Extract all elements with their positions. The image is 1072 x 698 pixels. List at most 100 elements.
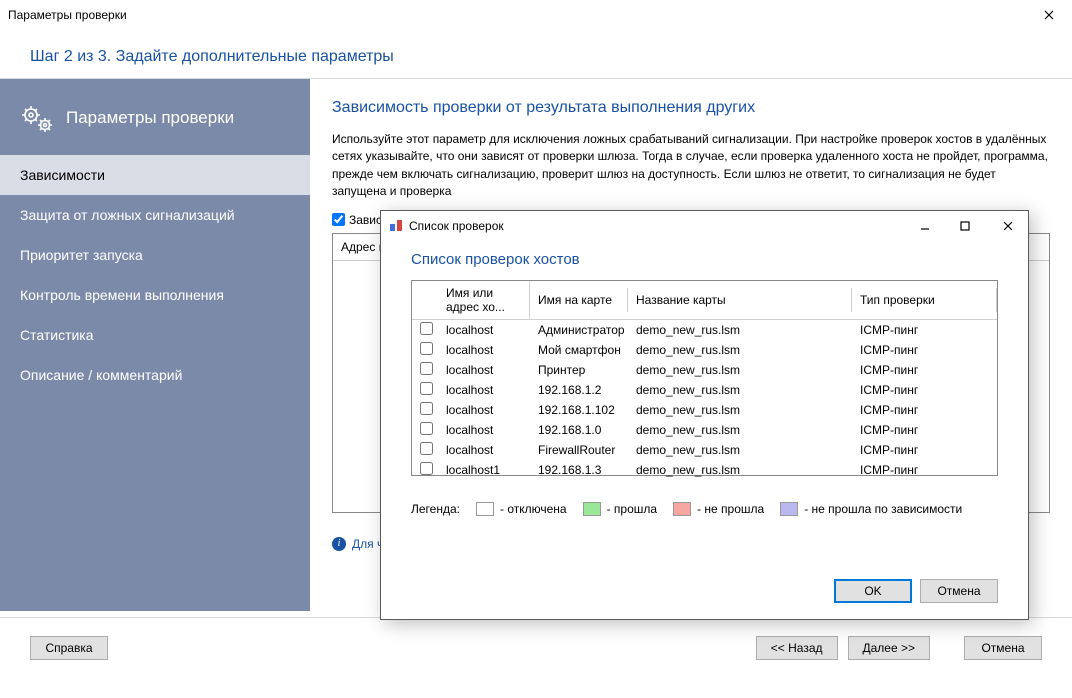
cell-type: ICMP-пинг: [852, 361, 997, 379]
cell-map: FirewallRouter: [530, 441, 628, 459]
sidebar-item-description[interactable]: Описание / комментарий: [0, 355, 310, 395]
legend-row: Легенда: - отключена- прошла- не прошла-…: [411, 502, 998, 516]
modal-heading: Список проверок хостов: [411, 251, 998, 268]
cell-map: Администратор: [530, 321, 628, 339]
modal-app-icon: [389, 218, 403, 235]
step-title: Шаг 2 из 3. Задайте дополнительные парам…: [0, 30, 1072, 72]
minimize-icon[interactable]: [908, 211, 942, 241]
modal-title: Список проверок: [409, 219, 902, 233]
modal-body: Список проверок хостов Имя или адрес хо.…: [381, 241, 1028, 565]
table-row[interactable]: localhostПринтерdemo_new_rus.lsmICMP-пин…: [412, 360, 997, 380]
window-title: Параметры проверки: [8, 8, 1026, 22]
cell-addr: localhost: [438, 361, 530, 379]
window-titlebar: Параметры проверки: [0, 0, 1072, 30]
cell-map: Принтер: [530, 361, 628, 379]
col-name-or-addr[interactable]: Имя или адрес хо...: [438, 281, 530, 319]
row-checkbox[interactable]: [420, 442, 433, 455]
legend-item: - отключена: [476, 502, 567, 516]
cell-type: ICMP-пинг: [852, 441, 997, 459]
cell-type: ICMP-пинг: [852, 341, 997, 359]
cell-type: ICMP-пинг: [852, 321, 997, 339]
sidebar-item-label: Описание / комментарий: [20, 367, 182, 383]
sidebar-item-timing[interactable]: Контроль времени выполнения: [0, 275, 310, 315]
cell-card: demo_new_rus.lsm: [628, 461, 852, 479]
legend-text: - не прошла: [697, 502, 764, 516]
cell-type: ICMP-пинг: [852, 461, 997, 479]
legend-text: - прошла: [607, 502, 657, 516]
row-checkbox[interactable]: [420, 322, 433, 335]
legend-swatch: [583, 502, 601, 516]
maximize-icon[interactable]: [948, 211, 982, 241]
table-row[interactable]: localhostАдминистраторdemo_new_rus.lsmIC…: [412, 320, 997, 340]
cell-map: 192.168.1.2: [530, 381, 628, 399]
legend-swatch: [780, 502, 798, 516]
section-description: Используйте этот параметр для исключения…: [332, 131, 1050, 201]
help-button[interactable]: Справка: [30, 636, 108, 660]
row-checkbox[interactable]: [420, 462, 433, 475]
host-table-rows: localhostАдминистраторdemo_new_rus.lsmIC…: [412, 320, 997, 480]
legend-item: - не прошла по зависимости: [780, 502, 962, 516]
close-icon[interactable]: [1026, 0, 1072, 30]
ok-button[interactable]: OK: [834, 579, 912, 603]
sidebar-header: Параметры проверки: [0, 93, 310, 155]
sidebar-item-dependencies[interactable]: Зависимости: [0, 155, 310, 195]
section-heading: Зависимость проверки от результата выпол…: [332, 99, 1050, 117]
table-row[interactable]: localhost192.168.1.102demo_new_rus.lsmIC…: [412, 400, 997, 420]
cell-map: 192.168.1.3: [530, 461, 628, 479]
sidebar-item-false-alarms[interactable]: Защита от ложных сигнализаций: [0, 195, 310, 235]
legend-swatch: [673, 502, 691, 516]
cell-card: demo_new_rus.lsm: [628, 361, 852, 379]
info-icon: i: [332, 537, 346, 551]
sidebar-header-label: Параметры проверки: [66, 108, 234, 128]
next-button[interactable]: Далее >>: [848, 636, 931, 660]
row-checkbox[interactable]: [420, 402, 433, 415]
host-table-header: Имя или адрес хо... Имя на карте Названи…: [412, 281, 997, 320]
cell-card: demo_new_rus.lsm: [628, 341, 852, 359]
row-checkbox[interactable]: [420, 362, 433, 375]
cell-card: demo_new_rus.lsm: [628, 421, 852, 439]
legend-item: - не прошла: [673, 502, 764, 516]
cell-map: 192.168.1.0: [530, 421, 628, 439]
row-checkbox[interactable]: [420, 422, 433, 435]
back-button[interactable]: << Назад: [756, 636, 838, 660]
sidebar-item-label: Зависимости: [20, 167, 105, 183]
col-name-on-map[interactable]: Имя на карте: [530, 288, 628, 312]
cell-type: ICMP-пинг: [852, 421, 997, 439]
cell-addr: localhost1: [438, 461, 530, 479]
sidebar-item-statistics[interactable]: Статистика: [0, 315, 310, 355]
modal-footer: OK Отмена: [381, 565, 1028, 619]
table-row[interactable]: localhost192.168.1.2demo_new_rus.lsmICMP…: [412, 380, 997, 400]
modal-cancel-button[interactable]: Отмена: [920, 579, 998, 603]
cell-addr: localhost: [438, 441, 530, 459]
cell-addr: localhost: [438, 321, 530, 339]
table-row[interactable]: localhost1192.168.1.3demo_new_rus.lsmICM…: [412, 460, 997, 480]
cell-card: demo_new_rus.lsm: [628, 401, 852, 419]
sidebar-item-priority[interactable]: Приоритет запуска: [0, 235, 310, 275]
table-row[interactable]: localhostFirewallRouterdemo_new_rus.lsmI…: [412, 440, 997, 460]
legend-text: - не прошла по зависимости: [804, 502, 962, 516]
close-icon[interactable]: [988, 211, 1028, 241]
legend-label: Легенда:: [411, 502, 460, 516]
cancel-button[interactable]: Отмена: [964, 636, 1042, 660]
cell-map: 192.168.1.102: [530, 401, 628, 419]
cell-addr: localhost: [438, 421, 530, 439]
host-table: Имя или адрес хо... Имя на карте Названи…: [411, 280, 998, 476]
hint-text: Для ч: [352, 537, 383, 551]
table-row[interactable]: localhostМой смартфонdemo_new_rus.lsmICM…: [412, 340, 997, 360]
col-card-name[interactable]: Название карты: [628, 288, 852, 312]
col-checkbox: [412, 295, 438, 305]
row-checkbox[interactable]: [420, 342, 433, 355]
cell-addr: localhost: [438, 401, 530, 419]
sidebar-item-label: Приоритет запуска: [20, 247, 143, 263]
cell-addr: localhost: [438, 381, 530, 399]
col-check-type[interactable]: Тип проверки: [852, 288, 997, 312]
legend-items: - отключена - прошла - не прошла - не прошл…: [476, 502, 962, 516]
row-checkbox[interactable]: [420, 382, 433, 395]
modal-titlebar: Список проверок: [381, 211, 1028, 241]
cell-type: ICMP-пинг: [852, 381, 997, 399]
wizard-footer: Справка << Назад Далее >> Отмена: [0, 618, 1072, 660]
dependency-checkbox[interactable]: [332, 213, 345, 226]
legend-item: - прошла: [583, 502, 657, 516]
table-row[interactable]: localhost192.168.1.0demo_new_rus.lsmICMP…: [412, 420, 997, 440]
sidebar-item-label: Статистика: [20, 327, 94, 343]
